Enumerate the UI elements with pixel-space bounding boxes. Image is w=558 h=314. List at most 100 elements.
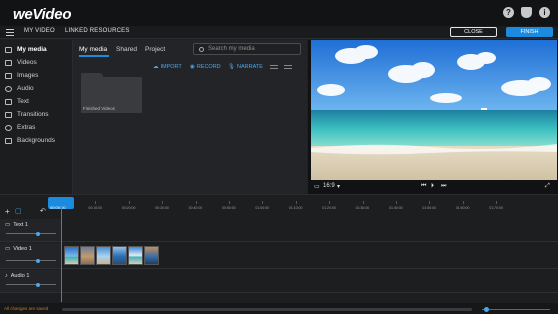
ruler-tick xyxy=(429,201,431,204)
tab-shared[interactable]: Shared xyxy=(116,46,137,53)
search-field[interactable]: Search my media xyxy=(193,43,301,55)
sidebar-item-backgrounds[interactable]: Backgrounds xyxy=(5,135,71,146)
ruler-label: 01:30:00 xyxy=(355,206,370,210)
save-status: All changes are saved xyxy=(4,306,49,311)
import-button[interactable]: ☁ IMPORT xyxy=(153,64,182,70)
ruler-label: 00:20:00 xyxy=(121,206,136,210)
ruler-tick xyxy=(295,201,297,204)
slider-knob[interactable] xyxy=(36,282,40,287)
tab-project[interactable]: Project xyxy=(145,46,165,53)
app-logo[interactable]: weVideo xyxy=(13,6,72,23)
record-icon: ◉ xyxy=(190,64,195,70)
ruler-label: 01:00:00 xyxy=(255,206,270,210)
sidebar-item-videos[interactable]: Videos xyxy=(5,57,71,68)
close-button[interactable]: CLOSE xyxy=(450,27,497,37)
track-name: ▭ Text 1 xyxy=(5,222,28,228)
ruler-label: 00:10:00 xyxy=(88,206,103,210)
video-clip[interactable] xyxy=(96,246,111,265)
ruler-tick xyxy=(362,201,364,204)
filter-icon[interactable] xyxy=(284,65,292,69)
chevron-down-icon[interactable]: ▾ xyxy=(337,183,340,190)
media-sidebar: My media Videos Images Audio Text Transi… xyxy=(0,40,73,194)
skip-forward-icon[interactable]: ⏭ xyxy=(441,183,446,190)
video-clip[interactable] xyxy=(144,246,159,265)
zoom-knob[interactable] xyxy=(484,307,489,312)
app-header: weVideo ? i xyxy=(0,0,558,26)
preview-controls: ▭ 16:9 ▾ ⏮ ⏵ ⏭ ⤢ xyxy=(308,182,558,194)
text-track-icon: ▭ xyxy=(5,222,11,228)
slider-knob[interactable] xyxy=(36,231,40,236)
ruler-label: 01:40:00 xyxy=(389,206,403,210)
editor-navbar: MY VIDEO LINKED RESOURCES CLOSE FINISH xyxy=(0,26,558,39)
timeline-scrollbar[interactable] xyxy=(62,308,472,311)
finish-button[interactable]: FINISH xyxy=(506,27,553,37)
comment-icon[interactable]: ▢ xyxy=(15,207,22,215)
zoom-slider[interactable] xyxy=(482,307,550,312)
ruler-tick xyxy=(229,201,230,204)
sidebar-item-my-media[interactable]: My media xyxy=(5,44,71,55)
tab-my-media[interactable]: My media xyxy=(79,46,107,53)
volume-slider[interactable] xyxy=(6,282,56,287)
text-lane[interactable] xyxy=(62,219,558,242)
status-bar: All changes are saved xyxy=(0,303,558,314)
active-tab-indicator xyxy=(79,55,109,57)
user-icon[interactable]: i xyxy=(539,7,550,18)
search-input[interactable]: Search my media xyxy=(208,46,255,52)
audio-icon xyxy=(5,85,12,92)
track-name: ▭ Video 1 xyxy=(5,246,32,252)
fullscreen-icon[interactable]: ⤢ xyxy=(545,183,550,190)
video-lane[interactable] xyxy=(62,243,558,269)
cloud-icon: ☁ xyxy=(153,64,159,70)
play-button[interactable]: ⏵ xyxy=(431,183,434,190)
add-track-icon[interactable]: + xyxy=(5,207,10,216)
audio-track-icon: ♪ xyxy=(5,273,8,279)
sort-icon[interactable] xyxy=(270,65,278,69)
menu-icon[interactable] xyxy=(6,29,14,36)
aspect-ratio-select[interactable]: 16:9 xyxy=(323,183,335,189)
ruler-label: 01:60:00 xyxy=(455,206,470,210)
playhead-time: 00:00:00 xyxy=(50,205,66,210)
ruler-label: 01:20:00 xyxy=(322,206,336,210)
playhead-line[interactable] xyxy=(61,207,62,302)
video-clip[interactable] xyxy=(80,246,95,265)
help-icon[interactable]: ? xyxy=(503,7,514,18)
audio-lane[interactable] xyxy=(62,270,558,293)
volume-slider[interactable] xyxy=(6,258,56,263)
record-button[interactable]: ◉ RECORD xyxy=(190,64,221,70)
ruler-tick xyxy=(162,201,164,204)
video-icon xyxy=(5,59,12,66)
track-name: ♪ Audio 1 xyxy=(5,273,30,279)
video-preview[interactable] xyxy=(311,40,557,180)
ruler-label: 01:50:00 xyxy=(422,206,437,210)
media-folder[interactable]: Finished Videos xyxy=(81,73,142,113)
timeline-panel: + ▢ ↶ 00:10:00 00:20:00 00:30:00 00:40:00 00… xyxy=(0,194,558,314)
undo-icon[interactable]: ↶ xyxy=(40,207,46,215)
skip-back-icon[interactable]: ⏮ xyxy=(421,183,426,190)
aspect-ratio-icon[interactable]: ▭ xyxy=(314,183,320,190)
track-header-video: ▭ Video 1 xyxy=(0,243,61,269)
video-clip[interactable] xyxy=(128,246,143,265)
ruler-label: 00:40:00 xyxy=(188,206,203,210)
narrate-button[interactable]: 🎙 NARRATE xyxy=(228,64,263,70)
preview-panel: ▭ 16:9 ▾ ⏮ ⏵ ⏭ ⤢ xyxy=(308,40,558,194)
sidebar-item-text[interactable]: Text xyxy=(5,96,71,107)
ruler-tick xyxy=(95,201,97,204)
tab-my-video[interactable]: MY VIDEO xyxy=(24,28,55,34)
video-clip[interactable] xyxy=(64,246,79,265)
media-icon xyxy=(5,46,12,53)
sidebar-item-transitions[interactable]: Transitions xyxy=(5,109,71,120)
sidebar-item-audio[interactable]: Audio xyxy=(5,83,71,94)
tab-linked-resources[interactable]: LINKED RESOURCES xyxy=(65,28,130,34)
video-clip[interactable] xyxy=(112,246,127,265)
ruler-label: 01:70:00 xyxy=(489,206,503,210)
ruler-tick xyxy=(195,201,197,204)
track-header-audio: ♪ Audio 1 xyxy=(0,270,61,293)
notification-icon[interactable] xyxy=(521,7,532,18)
folder-label: Finished Videos xyxy=(83,106,115,111)
sidebar-item-extras[interactable]: Extras xyxy=(5,122,71,133)
image-icon xyxy=(5,72,12,79)
opacity-slider[interactable] xyxy=(6,231,56,236)
extras-icon xyxy=(5,124,12,131)
sidebar-item-images[interactable]: Images xyxy=(5,70,71,81)
slider-knob[interactable] xyxy=(36,258,40,263)
